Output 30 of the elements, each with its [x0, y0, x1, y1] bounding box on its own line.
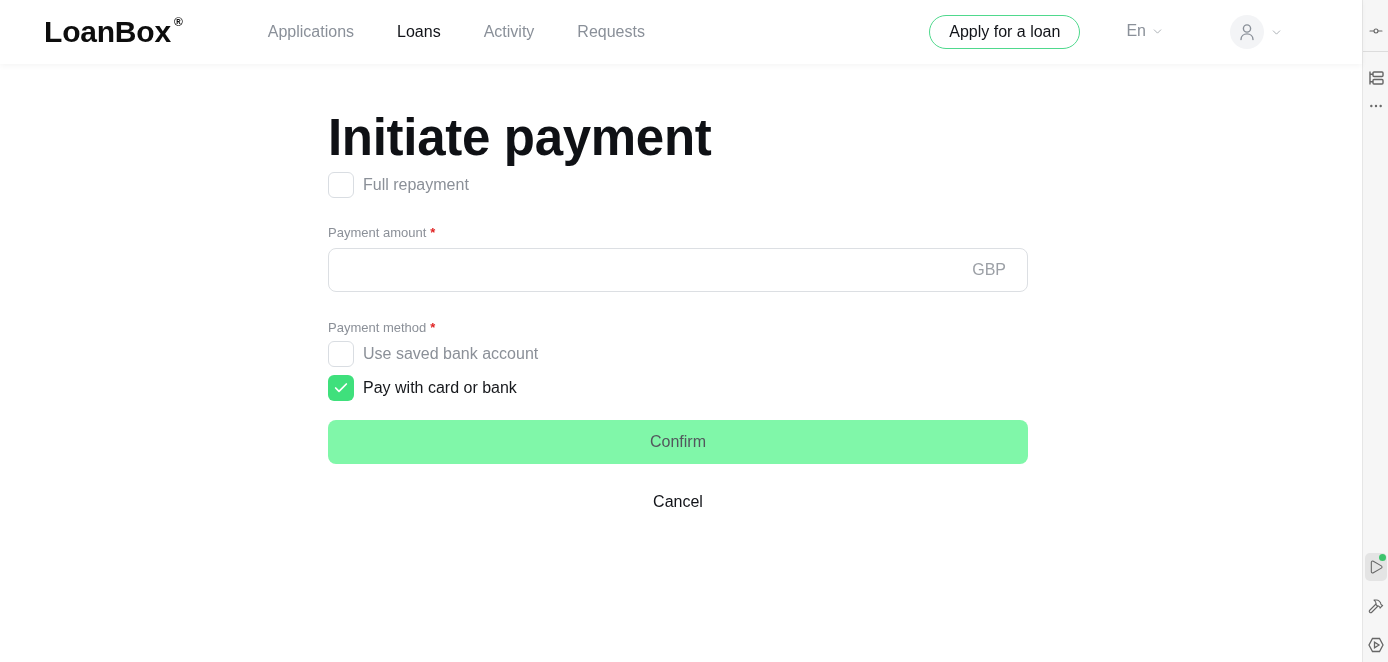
nav-link[interactable]: Requests	[577, 22, 645, 42]
cancel-button[interactable]: Cancel	[641, 480, 715, 524]
checkbox[interactable]	[328, 341, 354, 367]
play-icon	[1368, 559, 1384, 575]
currency-suffix: GBP	[972, 261, 1006, 279]
nav-link[interactable]: Activity	[483, 22, 535, 42]
checkbox[interactable]	[328, 172, 354, 198]
amount-input-field[interactable]: GBP	[328, 248, 1028, 292]
nav-link[interactable]: Applications	[267, 22, 355, 42]
hexagon-play-icon	[1368, 637, 1384, 653]
checkbox-label: Use saved bank account	[363, 344, 539, 364]
required-mark: *	[430, 225, 436, 241]
field-label: Payment method	[328, 320, 427, 336]
page-title: Initiate payment	[328, 110, 713, 166]
required-mark: *	[430, 320, 436, 336]
checkbox-label: Pay with card or bank	[363, 378, 517, 398]
nav-link[interactable]: Loans	[397, 22, 441, 42]
checkbox[interactable]	[328, 375, 354, 401]
field-label: Payment amount	[328, 225, 427, 241]
user-avatar-icon	[1230, 15, 1264, 49]
confirm-button[interactable]: Confirm	[328, 420, 1028, 464]
logo-text: LoanBox	[44, 15, 171, 49]
registered-mark: ®	[173, 16, 183, 28]
hammer-icon	[1368, 598, 1384, 614]
structure-icon	[1368, 70, 1384, 86]
account-menu-button[interactable]	[1230, 15, 1283, 49]
apply-button[interactable]: Apply for a loan	[929, 15, 1081, 49]
toolbar-button[interactable]	[1365, 553, 1387, 581]
checkbox-label: Full repayment	[363, 175, 469, 195]
language-select[interactable]: En	[1126, 22, 1164, 40]
